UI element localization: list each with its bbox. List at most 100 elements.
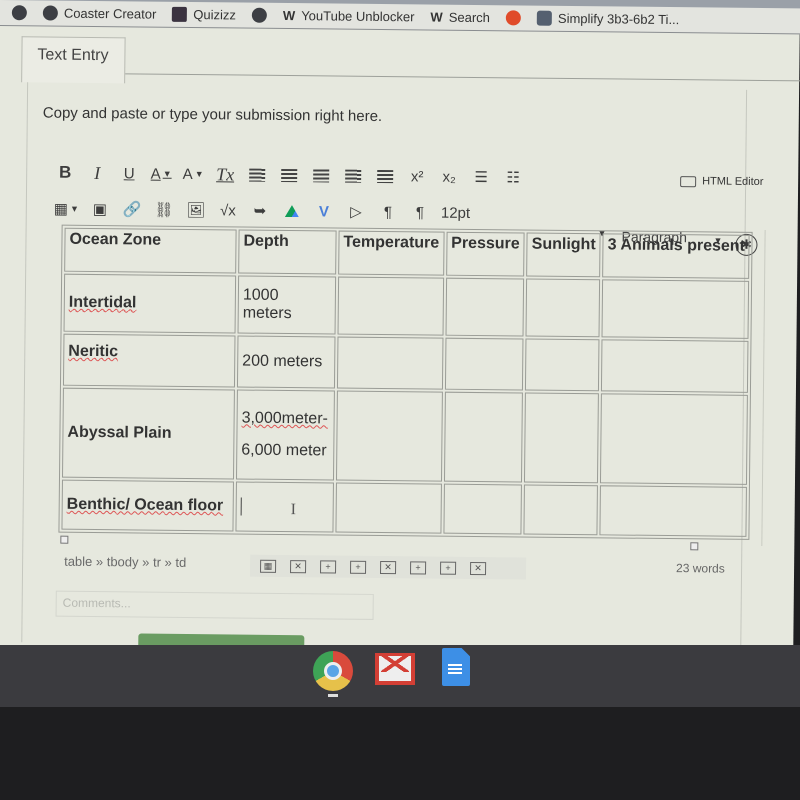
subscript-button[interactable]: x₂ <box>438 167 460 187</box>
underline-button[interactable]: U <box>118 163 140 183</box>
image-icon: 🖼 <box>186 201 206 220</box>
running-indicator <box>328 694 338 697</box>
tab-text-entry[interactable]: Text Entry <box>21 36 126 84</box>
zone-cell[interactable]: Abyssal Plain <box>62 387 235 480</box>
gmail-icon[interactable] <box>375 653 415 685</box>
bookmark-youtube-unblocker[interactable]: W YouTube Unblocker <box>283 8 415 24</box>
header-cell[interactable]: 3 Animals present <box>602 233 751 279</box>
embed-video-button[interactable]: ▷ <box>345 202 367 222</box>
insert-row-before-icon[interactable]: + <box>320 559 337 574</box>
bookmark-globe[interactable] <box>11 5 27 21</box>
table-resize-handle[interactable] <box>690 542 699 551</box>
equation-button[interactable]: √x <box>217 200 239 220</box>
clear-format-icon: Tx <box>216 163 235 184</box>
animals-cell[interactable] <box>599 485 748 537</box>
depth-cell[interactable]: 1000 meters <box>237 275 337 335</box>
insert-row-after-icon[interactable]: + <box>350 560 367 574</box>
superscript-button[interactable]: x² <box>406 166 428 186</box>
header-cell[interactable]: Pressure <box>445 231 525 277</box>
image-button[interactable]: 🖼 <box>185 200 207 220</box>
globe-icon <box>251 7 268 23</box>
indent-button[interactable] <box>374 166 396 186</box>
bookmark-simplify[interactable]: Simplify 3b3-6b2 Ti... <box>536 10 679 27</box>
italic-button[interactable]: I <box>86 162 108 183</box>
comments-field[interactable]: Comments... <box>55 590 374 620</box>
depth-cell[interactable]: 200 meters <box>236 335 336 389</box>
font-size-select[interactable]: 12pt <box>441 203 470 223</box>
clear-formatting-button[interactable]: Tx <box>214 164 236 184</box>
sunlight-cell[interactable] <box>523 484 599 536</box>
html-editor-link[interactable]: HTML Editor <box>680 175 764 188</box>
font-color-button[interactable]: A ▼ <box>150 164 172 184</box>
bookmark-quizizz[interactable]: Quizizz <box>172 6 236 22</box>
pressure-cell[interactable] <box>444 337 524 391</box>
browser-screen: Coaster Creator Quizizz W YouTube Unblock… <box>0 0 800 654</box>
weebly-icon: W <box>430 9 443 25</box>
word-count: 23 words <box>676 561 725 576</box>
table-button[interactable]: ▦ ▼ <box>54 199 79 219</box>
pressure-cell[interactable] <box>443 483 523 535</box>
bold-button[interactable]: B <box>54 163 76 183</box>
italic-icon: I <box>94 162 101 183</box>
pressure-cell[interactable] <box>445 277 525 337</box>
header-cell[interactable]: Sunlight <box>526 232 601 278</box>
zone-cell[interactable]: Benthic/ Ocean floor <box>61 479 234 532</box>
unlink-icon: ⛓ <box>154 201 174 219</box>
header-cell[interactable]: Ocean Zone <box>64 227 237 274</box>
chevron-down-icon: ▼ <box>194 169 204 180</box>
insert-col-after-icon[interactable]: + <box>440 561 457 575</box>
sunlight-cell[interactable] <box>525 278 601 338</box>
link-button[interactable]: 🔗 <box>121 199 143 219</box>
bookmark-search[interactable]: W Search <box>430 10 490 26</box>
background-color-button[interactable]: A ▼ <box>182 164 204 184</box>
sunlight-cell[interactable] <box>525 338 600 392</box>
temperature-cell[interactable] <box>335 390 443 482</box>
globe-icon <box>42 5 58 21</box>
ltr-paragraph-icon: ¶ <box>383 203 393 221</box>
depth-cell[interactable]: 3,000meter- 6,000 meter <box>235 389 335 481</box>
vimeo-button[interactable]: V <box>313 201 335 221</box>
chrome-icon[interactable] <box>313 651 353 691</box>
temperature-cell[interactable] <box>335 482 442 534</box>
animals-cell[interactable] <box>600 393 749 485</box>
animals-cell[interactable] <box>601 279 750 339</box>
ltr-button[interactable]: ¶ <box>377 202 399 222</box>
bookmark-globe-2[interactable] <box>251 7 268 23</box>
rtl-button[interactable]: ¶ <box>409 202 431 222</box>
insert-col-before-icon[interactable]: + <box>410 560 427 574</box>
temperature-cell[interactable] <box>337 276 444 336</box>
sunlight-cell[interactable] <box>524 392 600 484</box>
align-right-button[interactable] <box>310 165 332 185</box>
temperature-cell[interactable] <box>336 336 444 390</box>
google-drive-icon <box>285 205 299 217</box>
align-left-icon <box>249 168 266 182</box>
unlink-button[interactable]: ⛓ <box>153 200 175 220</box>
pressure-cell[interactable] <box>443 391 524 483</box>
bullet-list-button[interactable]: ☰ <box>470 167 492 187</box>
bookmark-coaster-creator[interactable]: Coaster Creator <box>42 5 156 22</box>
zone-cell[interactable]: Neritic <box>62 333 236 388</box>
docs-icon[interactable] <box>442 648 470 686</box>
align-right-icon <box>313 168 330 182</box>
header-cell[interactable]: Temperature <box>338 230 445 276</box>
table-properties-icon[interactable]: ▦ <box>260 559 277 573</box>
align-center-button[interactable] <box>278 165 300 185</box>
table-row: Neritic 200 meters <box>62 333 749 393</box>
table-resize-handle[interactable] <box>60 535 69 544</box>
bookmark-sun[interactable] <box>505 10 522 26</box>
delete-row-icon[interactable]: ✕ <box>380 560 397 574</box>
animals-cell[interactable] <box>601 339 749 393</box>
depth-cell-active[interactable] <box>235 481 334 533</box>
outdent-button[interactable] <box>342 166 364 186</box>
media-button[interactable]: ▣ <box>89 199 111 219</box>
align-left-button[interactable] <box>246 165 268 185</box>
lti-apps-button[interactable]: ➥ <box>249 201 271 221</box>
numbered-list-button[interactable]: ☷ <box>502 167 524 187</box>
zone-cell[interactable]: Intertidal <box>63 273 237 334</box>
header-cell[interactable]: Depth <box>238 229 337 275</box>
delete-col-icon[interactable]: ✕ <box>470 561 487 575</box>
table-row: Benthic/ Ocean floor <box>61 479 748 537</box>
vimeo-icon: V <box>318 202 330 220</box>
google-drive-button[interactable] <box>281 201 303 221</box>
delete-table-icon[interactable]: ✕ <box>290 559 307 573</box>
